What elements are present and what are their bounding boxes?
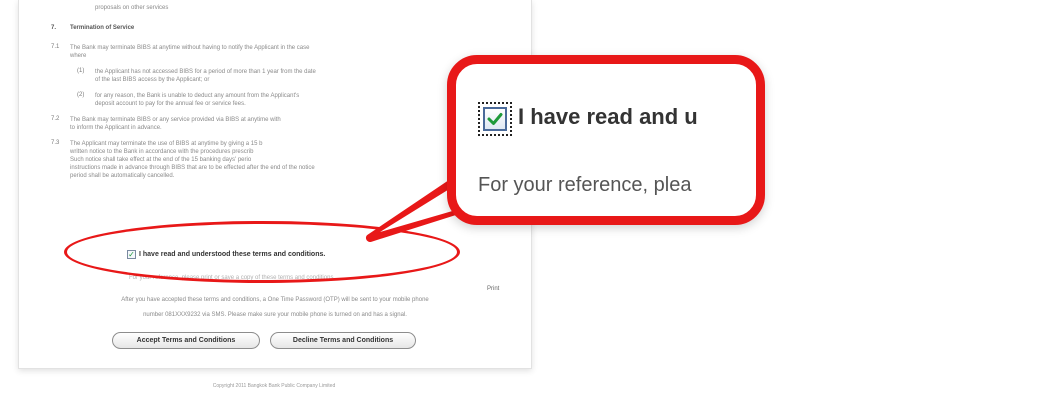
clause-number: 7.2	[51, 116, 60, 122]
copyright-text: Copyright 2011 Bangkok Bank Public Compa…	[212, 383, 336, 389]
magnified-reference-text: For your reference, plea	[478, 174, 692, 196]
decline-terms-button[interactable]: Decline Terms and Conditions	[270, 332, 416, 349]
clause-line: Such notice shall take effect at the end…	[70, 157, 252, 163]
top-fragment: proposals on other services	[95, 5, 169, 11]
clause-number: (2)	[77, 92, 85, 98]
magnified-agree-label: I have read and u	[518, 104, 698, 129]
clause-number: 7.3	[51, 140, 60, 146]
clause-line: deposit account to pay for the annual fe…	[95, 101, 246, 107]
clause-line: where	[70, 53, 87, 59]
otp-line: number 081XXX9232 via SMS. Please make s…	[143, 312, 407, 318]
clause-line: The Bank may terminate BIBS at anytime w…	[70, 45, 310, 51]
clause-number: 7.1	[51, 44, 60, 50]
section-title: Termination of Service	[70, 25, 135, 31]
magnified-callout: I have read and u For your reference, pl…	[447, 55, 765, 225]
clause-line: The Applicant may terminate the use of B…	[70, 141, 263, 147]
highlight-ellipse	[64, 221, 460, 283]
clause-line: The Bank may terminate BIBS or any servi…	[70, 117, 281, 123]
print-link[interactable]: Print	[487, 285, 499, 293]
clause-line: instructions made in advance through BIB…	[70, 165, 315, 171]
screenshot-stage: proposals on other services 7. Terminati…	[0, 0, 1054, 405]
clause-line: period shall be automatically cancelled.	[70, 173, 175, 179]
accept-terms-button[interactable]: Accept Terms and Conditions	[112, 332, 260, 349]
checked-checkbox-icon	[483, 107, 507, 131]
otp-line: After you have accepted these terms and …	[121, 297, 429, 303]
clause-line: of the last BIBS access by the Applicant…	[95, 77, 210, 83]
clause-number: (1)	[77, 68, 85, 74]
magnified-checkbox-focus	[478, 102, 512, 136]
clause-line: the Applicant has not accessed BIBS for …	[95, 69, 316, 75]
section-number: 7.	[51, 25, 57, 31]
clause-line: to inform the Applicant in advance.	[70, 125, 162, 131]
clause-line: for any reason, the Bank is unable to de…	[95, 93, 300, 99]
clause-line: written notice to the Bank in accordance…	[70, 149, 254, 155]
